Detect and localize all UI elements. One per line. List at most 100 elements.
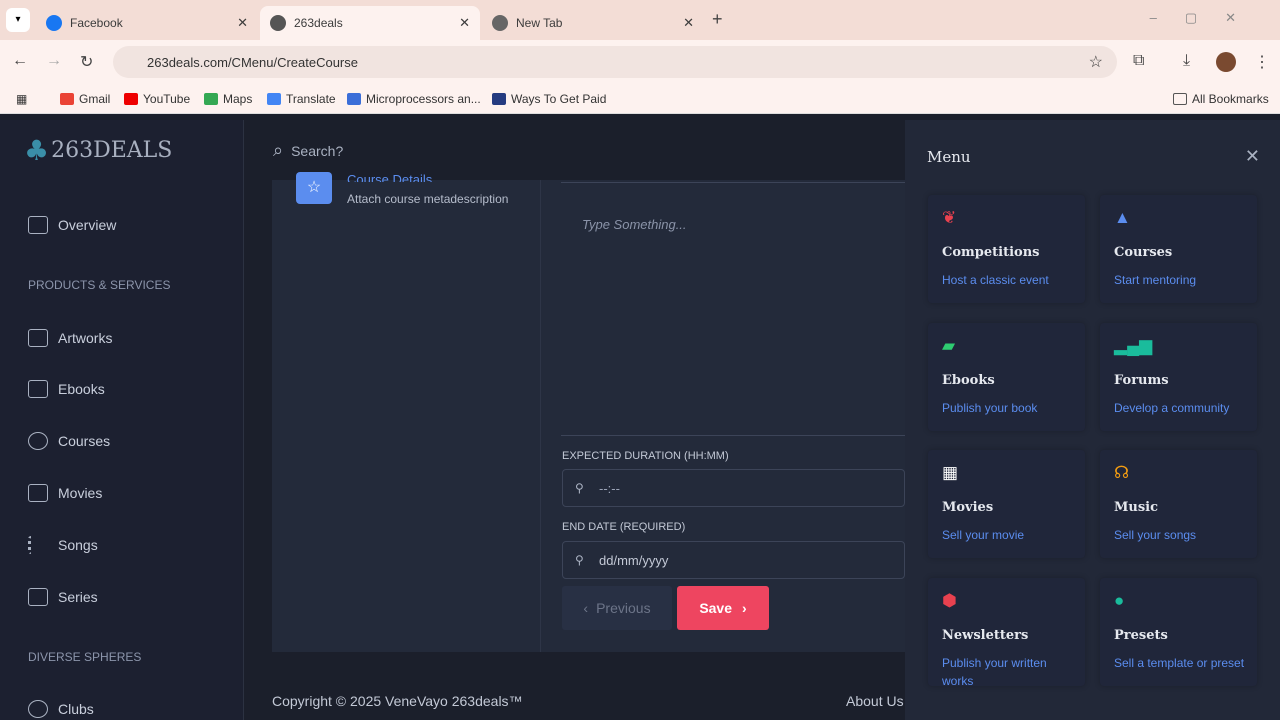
bookmark-translate[interactable]: Translate xyxy=(267,92,336,106)
tab-label: Facebook xyxy=(70,16,123,30)
video-icon xyxy=(28,484,48,502)
bookmark-star-icon[interactable]: ☆ xyxy=(1089,52,1103,72)
description-editor[interactable]: Type Something... xyxy=(561,182,905,436)
save-button[interactable]: Save › xyxy=(677,586,769,630)
menu-item-title: Forums xyxy=(1114,373,1169,388)
close-icon[interactable]: ✕ xyxy=(1245,146,1260,167)
profile-avatar[interactable] xyxy=(1216,52,1236,72)
address-bar[interactable]: 263deals.com/CMenu/CreateCourse ☆ xyxy=(113,46,1117,78)
sidebar-item-series[interactable]: Series xyxy=(28,588,98,606)
menu-item-title: Ebooks xyxy=(942,373,995,388)
image-icon xyxy=(28,329,48,347)
menu-item-newsletters[interactable]: ⬢ Newsletters Publish your written works xyxy=(928,578,1085,688)
sidebar-item-songs[interactable]: Songs xyxy=(28,536,98,554)
sidebar-item-movies[interactable]: Movies xyxy=(28,484,102,502)
book-icon: ▰ xyxy=(942,336,956,355)
bookmark-gmail[interactable]: Gmail xyxy=(60,92,110,106)
tab-label: New Tab xyxy=(516,16,563,30)
bookmark-label: Translate xyxy=(286,92,336,106)
sidebar-item-label: Overview xyxy=(58,217,117,233)
tab-new-tab[interactable]: New Tab ✕ xyxy=(482,6,704,40)
leaf-icon: ❦ xyxy=(942,208,957,227)
sidebar-item-label: Clubs xyxy=(58,701,94,717)
copyright: Copyright © 2025 VeneVayo 263deals™ xyxy=(272,693,523,709)
end-date-value: dd/mm/yyyy xyxy=(599,552,669,568)
about-us-link[interactable]: About Us xyxy=(846,693,904,709)
extensions-icon[interactable]: ⧉ xyxy=(1133,52,1144,70)
soundwave-icon xyxy=(28,536,48,554)
sidebar-item-label: Movies xyxy=(58,485,103,501)
chevron-right-icon: › xyxy=(742,600,747,616)
step-list: ☆ Course Details Attach course metadescr… xyxy=(272,172,541,652)
menu-item-music[interactable]: ☊ Music Sell your songs xyxy=(1100,450,1257,558)
user-icon: ⚲ xyxy=(575,553,584,567)
menu-panel: Menu ✕ ❦ Competitions Host a classic event… xyxy=(905,120,1280,720)
menu-item-courses[interactable]: ▲ Courses Start mentoring xyxy=(1100,195,1257,303)
previous-button[interactable]: ‹ Previous xyxy=(562,586,672,630)
section-heading: PRODUCTS & SERVICES xyxy=(28,278,171,292)
menu-item-ebooks[interactable]: ▰ Ebooks Publish your book xyxy=(928,323,1085,431)
reload-icon[interactable]: ↻ xyxy=(80,52,93,72)
sidebar-item-artworks[interactable]: Artworks xyxy=(28,329,112,347)
step-title[interactable]: Course Details xyxy=(347,172,432,182)
sidebar-item-ebooks[interactable]: Ebooks xyxy=(28,380,105,398)
forward-icon[interactable]: → xyxy=(46,52,62,70)
bookmark-ways-to-get-paid[interactable]: Ways To Get Paid xyxy=(492,92,606,106)
star-icon[interactable]: ☆ xyxy=(296,172,332,204)
more-icon[interactable]: ⋮ xyxy=(1254,52,1270,72)
menu-item-movies[interactable]: ▦ Movies Sell your movie xyxy=(928,450,1085,558)
menu-item-subtitle: Publish your book xyxy=(942,401,1038,415)
logo[interactable]: ♣ 263DEALS xyxy=(24,134,172,167)
window-controls[interactable]: –▢✕ xyxy=(1150,10,1264,26)
duration-label: EXPECTED DURATION (HH:MM) xyxy=(562,450,729,462)
book-icon xyxy=(28,380,48,398)
headphones-icon: ☊ xyxy=(1114,463,1130,482)
bookmark-maps[interactable]: Maps xyxy=(204,92,252,106)
sidebar-item-clubs[interactable]: Clubs xyxy=(28,700,94,718)
back-icon[interactable]: ← xyxy=(12,52,28,70)
bomb-icon: ● xyxy=(1114,591,1125,610)
menu-item-presets[interactable]: ● Presets Sell a template or preset xyxy=(1100,578,1257,686)
all-bookmarks[interactable]: All Bookmarks xyxy=(1173,92,1269,106)
bookmark-microprocessors[interactable]: Microprocessors an... xyxy=(347,92,481,106)
menu-item-subtitle: Sell your movie xyxy=(942,528,1025,542)
sidebar-item-courses[interactable]: Courses xyxy=(28,432,110,450)
close-tab-icon[interactable]: ✕ xyxy=(459,15,470,31)
duration-input[interactable]: ⚲ --:-- xyxy=(562,469,905,507)
url-text[interactable]: 263deals.com/CMenu/CreateCourse xyxy=(147,55,358,70)
end-date-label: END DATE (REQUIRED) xyxy=(562,521,686,533)
search-icon: ⌕ xyxy=(273,140,284,160)
apps-icon[interactable]: ▦ xyxy=(16,92,27,106)
close-tab-icon[interactable]: ✕ xyxy=(237,15,248,31)
section-heading: DIVERSE SPHERES xyxy=(28,650,142,664)
basketball-icon xyxy=(28,700,48,718)
duration-value: --:-- xyxy=(599,480,620,496)
tree-logo-icon: ♣ xyxy=(24,134,50,167)
sidebar-item-overview[interactable]: Overview xyxy=(28,216,116,234)
sidebar-item-label: Courses xyxy=(58,433,111,449)
sidebar-item-label: Ebooks xyxy=(58,381,105,397)
step-description: Attach course metadescription xyxy=(347,192,509,206)
close-tab-icon[interactable]: ✕ xyxy=(683,15,694,31)
menu-item-forums[interactable]: ▂▄▆ Forums Develop a community xyxy=(1100,323,1257,431)
end-date-input[interactable]: ⚲ dd/mm/yyyy xyxy=(562,541,905,579)
bookmark-youtube[interactable]: YouTube xyxy=(124,92,190,106)
menu-item-competitions[interactable]: ❦ Competitions Host a classic event xyxy=(928,195,1085,303)
tab-facebook[interactable]: Facebook ✕ xyxy=(36,6,258,40)
facebook-icon xyxy=(46,15,62,31)
download-icon[interactable]: ⤓ xyxy=(1183,52,1190,70)
search-input[interactable]: ⌕ Search? xyxy=(273,140,343,161)
bookmark-label: Microprocessors an... xyxy=(366,92,481,106)
maps-icon xyxy=(204,93,218,105)
save-label: Save xyxy=(699,600,733,616)
paypal-icon xyxy=(492,93,506,105)
gmail-icon xyxy=(60,93,74,105)
menu-item-title: Newsletters xyxy=(942,628,1029,643)
bookmark-label: Maps xyxy=(223,92,253,106)
tab-search-button[interactable]: ▾ xyxy=(6,8,30,32)
new-tab-button[interactable]: + xyxy=(712,9,723,30)
menu-item-title: Music xyxy=(1114,500,1159,515)
tab-263deals[interactable]: 263deals ✕ xyxy=(260,6,480,40)
editor-placeholder: Type Something... xyxy=(582,217,687,232)
bookmark-label: Ways To Get Paid xyxy=(511,92,607,106)
